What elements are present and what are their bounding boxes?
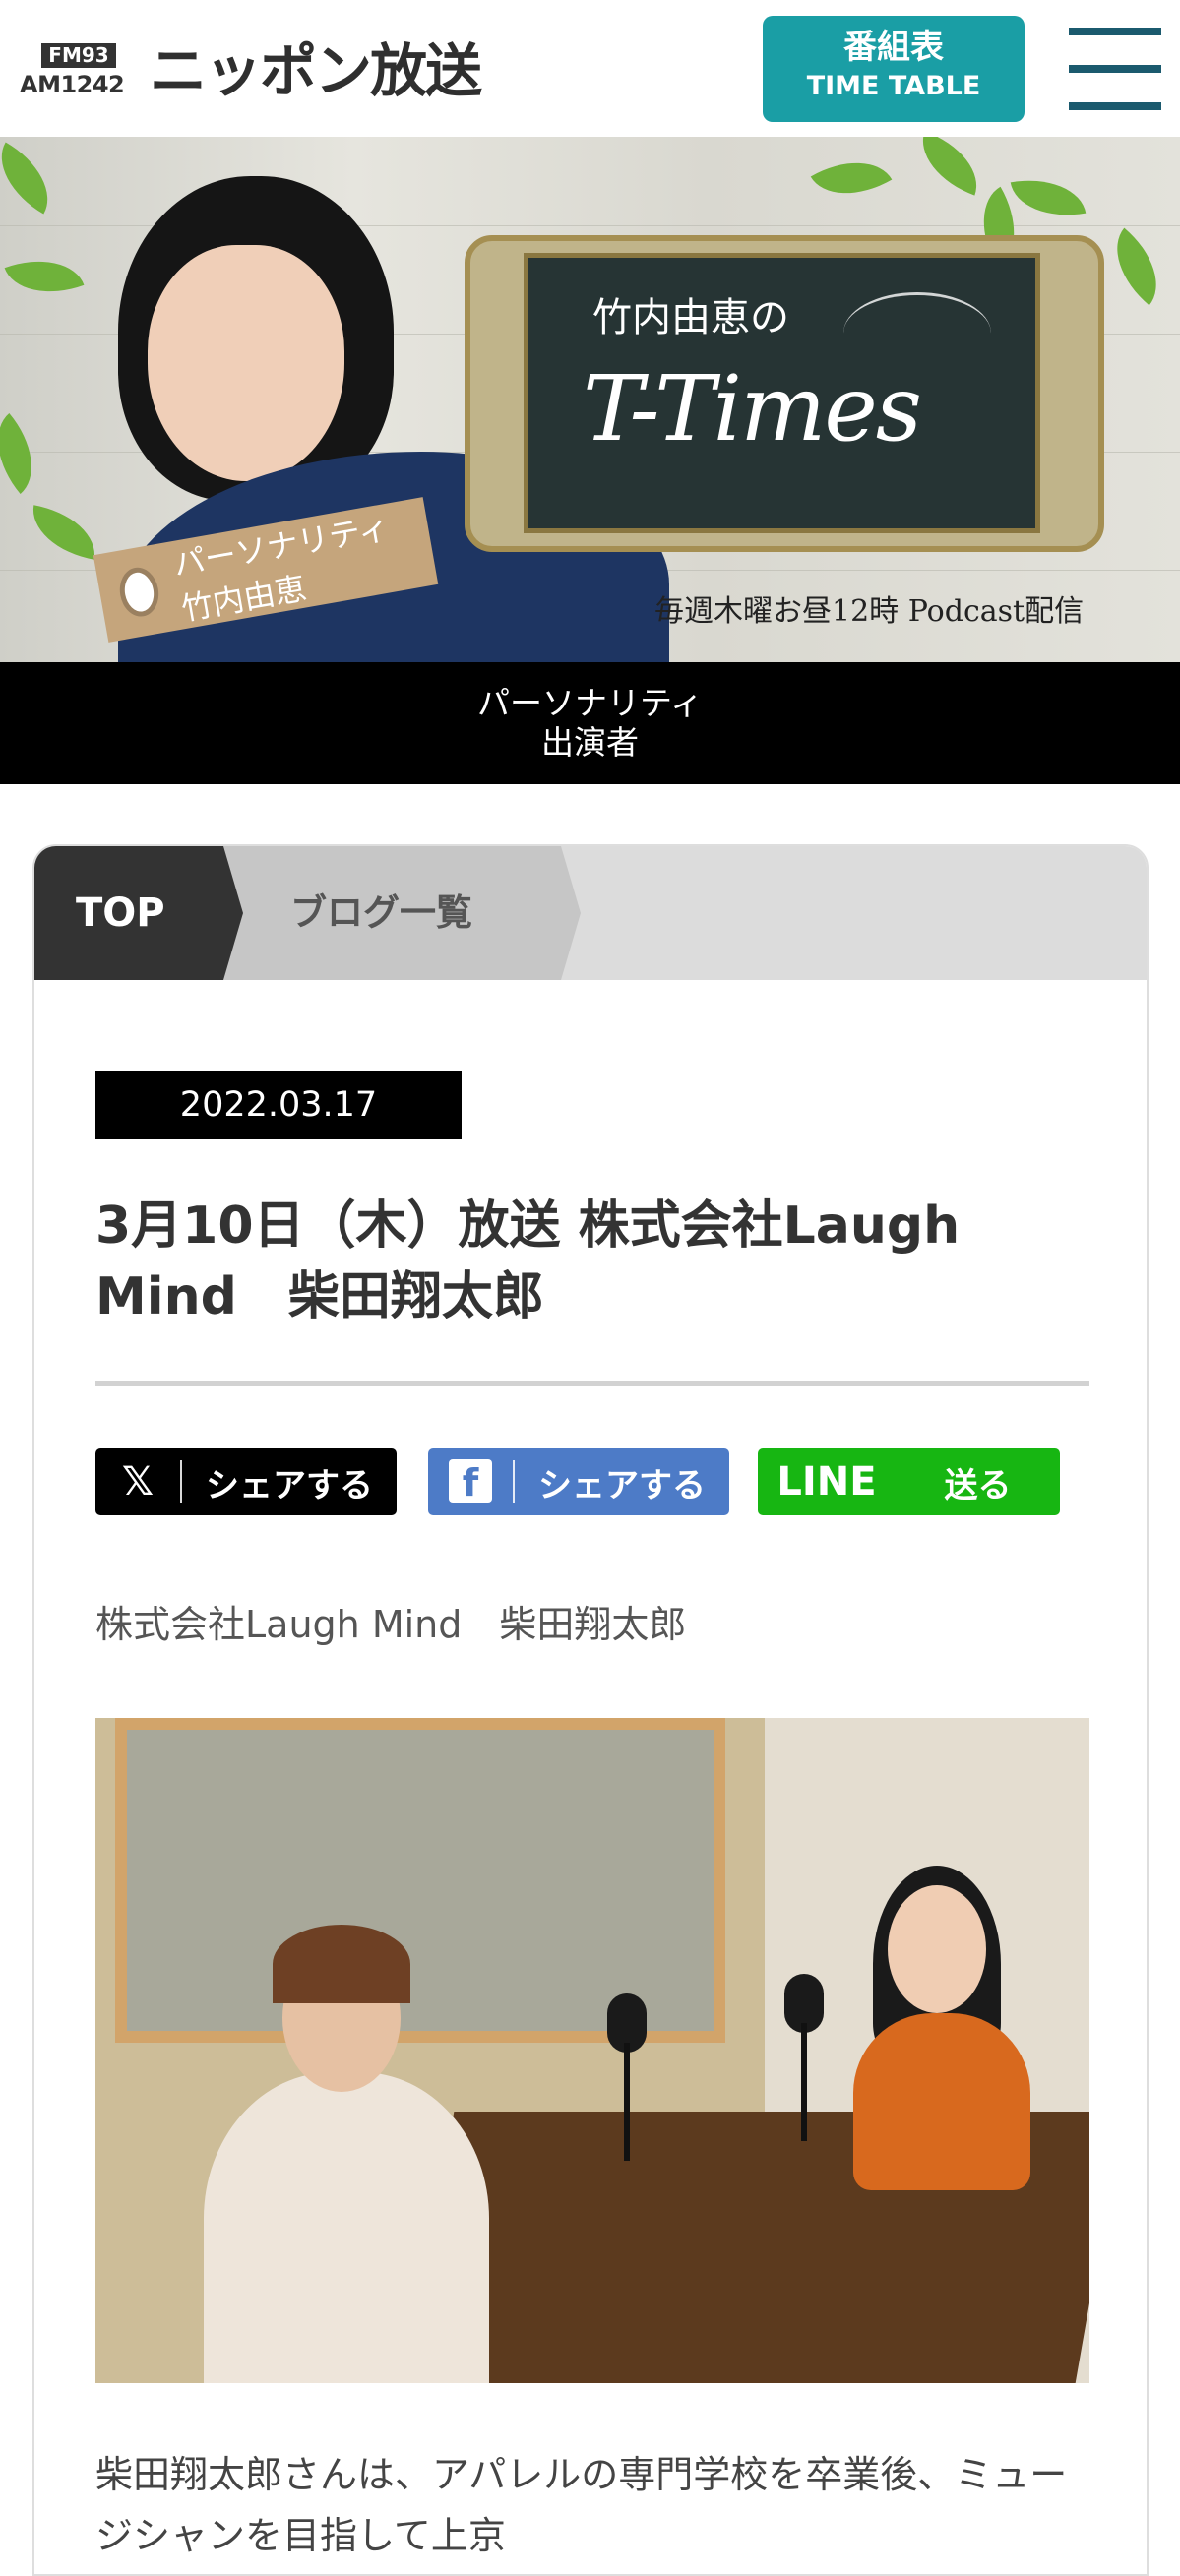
photo-host-body [853, 2013, 1030, 2190]
title-divider [95, 1381, 1089, 1386]
menu-bar [1069, 102, 1161, 110]
leaf-decoration [1096, 227, 1177, 306]
personality-nav-line1: パーソナリティ [476, 684, 704, 722]
logo-frequency: FM93 AM1242 [20, 43, 138, 98]
post-body: 柴田翔太郎さんは、アパレルの専門学校を卒業後、ミュージシャンを目指して上京 [95, 2453, 1068, 2557]
post-date: 2022.03.17 [95, 1071, 462, 1139]
post-title: 3月10日（木）放送 株式会社Laugh Mind 柴田翔太郎 [95, 1196, 961, 1326]
leaf-decoration [0, 413, 54, 494]
leaf-decoration [1010, 170, 1087, 225]
breadcrumb-blog-list-label: ブログ一覧 [290, 891, 472, 934]
breadcrumb-top[interactable]: TOP [34, 846, 243, 980]
share-facebook-button[interactable]: f シェアする [428, 1448, 729, 1515]
share-line-label: 送る [944, 1465, 1012, 1505]
site-header: FM93 AM1242 ニッポン放送 番組表 TIME TABLE [0, 0, 1180, 137]
menu-bar [1069, 65, 1161, 73]
logo-am: AM1242 [20, 71, 125, 98]
hamburger-menu-icon[interactable] [1069, 28, 1161, 110]
logo-fm: FM93 [41, 43, 116, 68]
post-lead: 株式会社Laugh Mind 柴田翔太郎 [95, 1603, 687, 1646]
timetable-button[interactable]: 番組表 TIME TABLE [763, 16, 1025, 122]
line-logo-icon: LINE [776, 1459, 877, 1504]
x-logo-icon: 𝕏 [121, 1459, 155, 1504]
share-facebook-label: シェアする [538, 1465, 706, 1505]
broadcast-caption: 毎週木曜お昼12時 Podcast配信 [654, 594, 1085, 629]
blog-article-card: ブログ一覧 TOP 2022.03.17 3月10日（木）放送 株式会社Laug… [32, 844, 1149, 2576]
photo-host-head [888, 1885, 986, 2013]
leaf-decoration [909, 137, 990, 196]
timetable-label-jp: 番組表 [843, 28, 944, 67]
breadcrumb: ブログ一覧 TOP [34, 846, 1147, 980]
personality-nav-line2: 出演者 [541, 723, 639, 762]
tag-hole [115, 564, 163, 620]
share-x-button[interactable]: 𝕏 シェアする [95, 1448, 397, 1515]
photo-guest-body [204, 2072, 489, 2383]
timetable-label-en: TIME TABLE [806, 71, 981, 101]
program-logo: T-Times [583, 356, 922, 461]
menu-bar [1069, 28, 1161, 35]
leaf-decoration [4, 244, 85, 309]
chalkboard: 竹内由恵の T-Times [524, 253, 1040, 533]
mic-stand [801, 2023, 807, 2141]
share-x-label: シェアする [206, 1465, 373, 1505]
photo-guest-hair [273, 1925, 410, 2003]
breadcrumb-top-label: TOP [76, 890, 165, 936]
board-title: 竹内由恵の [592, 295, 789, 340]
nippon-broadcasting-logo[interactable]: FM93 AM1242 ニッポン放送 [20, 37, 482, 104]
facebook-icon: f [428, 1458, 513, 1505]
mic-stand [624, 2043, 630, 2161]
share-line-button[interactable]: LINE 送る [758, 1448, 1060, 1515]
leaf-decoration [0, 142, 66, 215]
personality-nav[interactable]: パーソナリティ 出演者 [0, 662, 1180, 784]
logo-name: ニッポン放送 [150, 37, 482, 104]
portrait-face [148, 245, 344, 481]
program-banner: 竹内由恵の T-Times パーソナリティ 竹内由恵 毎週木曜お昼12時 Pod… [0, 137, 1180, 662]
studio-photo [95, 1718, 1089, 2383]
leaf-decoration [810, 142, 893, 215]
